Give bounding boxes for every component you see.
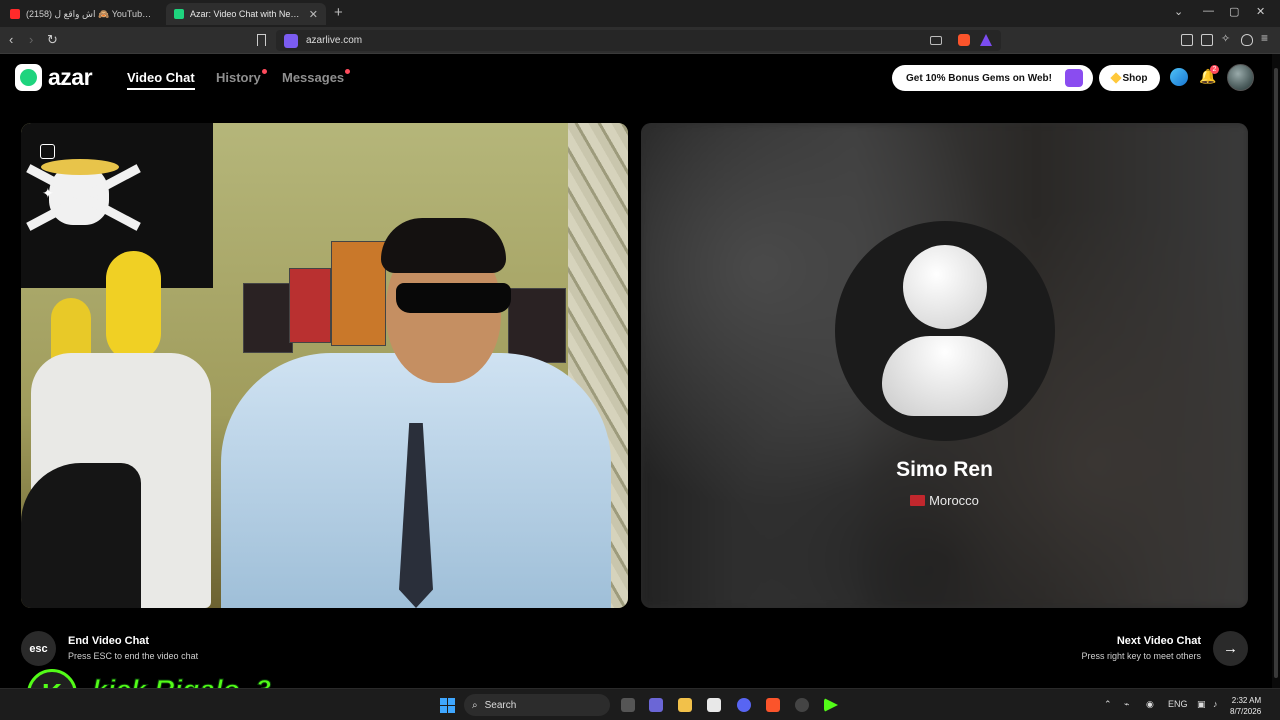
wall-poster — [508, 288, 566, 363]
browser-toolbar: ‹ › ↻ azarlive.com ✧ ≡ — [0, 27, 1280, 54]
search-label: Search — [484, 699, 517, 711]
wifi-icon[interactable]: ▣ — [1197, 699, 1206, 710]
tray-chevron-icon[interactable]: ⌃ — [1104, 699, 1112, 710]
gem-icon — [1109, 72, 1122, 84]
windows-start-icon[interactable] — [440, 698, 455, 713]
nav-messages[interactable]: Messages — [282, 70, 344, 85]
logo-text: azar — [48, 64, 93, 90]
address-bar[interactable]: azarlive.com — [276, 30, 1001, 51]
end-chat-title: End Video Chat — [68, 635, 150, 647]
self-video: ✦ — [21, 123, 628, 608]
next-chat-title: Next Video Chat — [1116, 635, 1201, 647]
default-profile-icon — [835, 221, 1055, 441]
minimize-icon[interactable]: — — [1203, 5, 1214, 17]
file-explorer-icon[interactable] — [678, 698, 692, 712]
page-scrollbar[interactable] — [1272, 54, 1280, 688]
cast-icon[interactable] — [930, 36, 942, 45]
maximize-icon[interactable]: ▢ — [1229, 5, 1239, 18]
chat-bubble-icon[interactable] — [1170, 68, 1188, 86]
tab-title: Azar: Video Chat with New Pe — [190, 9, 303, 19]
kick-app-icon[interactable] — [824, 698, 838, 712]
promo-label: Get 10% Bonus Gems on Web! — [906, 72, 1052, 84]
clock-date: 8/7/2026 — [1230, 707, 1262, 716]
sidebar-icon[interactable] — [1181, 34, 1193, 46]
tab-azar[interactable]: Azar: Video Chat with New Pe ✕ — [166, 3, 326, 25]
task-view-icon[interactable] — [621, 698, 635, 712]
wall-poster — [331, 241, 386, 346]
system-clock[interactable]: 2:32 AM 8/7/2026 — [1230, 695, 1261, 717]
next-chat-hint: Press right key to meet others — [1081, 651, 1201, 661]
site-icon — [284, 33, 298, 48]
volume-icon[interactable]: ♪ — [1213, 699, 1218, 709]
input-language[interactable]: ENG — [1168, 699, 1188, 709]
search-icon: ⌕ — [472, 699, 478, 711]
microphone-tray-icon[interactable]: ◉ — [1146, 699, 1154, 710]
bookmark-icon[interactable] — [257, 34, 266, 46]
taskbar-search[interactable]: ⌕ Search — [464, 694, 610, 716]
nav-video-chat[interactable]: Video Chat — [127, 70, 195, 90]
peer-name: Simo Ren — [896, 458, 993, 481]
shop-button[interactable]: Shop — [1099, 65, 1160, 91]
close-tab-icon[interactable]: ✕ — [309, 8, 318, 21]
gift-icon — [1065, 69, 1083, 87]
notification-count: 2 — [1210, 65, 1219, 74]
history-badge — [262, 69, 267, 74]
teams-icon[interactable] — [649, 698, 663, 712]
leo-ai-icon[interactable]: ✧ — [1221, 32, 1233, 45]
clock-time: 2:32 AM — [1231, 696, 1262, 705]
youtube-icon — [10, 9, 20, 19]
reload-icon[interactable]: ↻ — [47, 32, 58, 48]
end-chat-hint: Press ESC to end the video chat — [68, 651, 199, 661]
wall-poster — [289, 268, 331, 343]
new-tab-icon[interactable]: + — [334, 4, 343, 21]
bonus-gems-button[interactable]: Get 10% Bonus Gems on Web! — [892, 65, 1093, 91]
wallet-icon[interactable] — [1201, 34, 1213, 46]
obs-icon[interactable] — [795, 698, 809, 712]
country-label: Morocco — [929, 493, 979, 508]
sunglasses — [396, 283, 511, 313]
store-icon[interactable] — [707, 698, 721, 712]
brave-icon[interactable] — [766, 698, 780, 712]
browser-tab-strip: (2158) اش واقع ل 🙈 YouTube - llow Azar: … — [0, 0, 1280, 27]
microphone — [21, 463, 141, 608]
windows-taskbar: ⌕ Search ⌃ ⌁ ◉ ENG ▣ ♪ 2:32 AM 8/7/2026 — [0, 688, 1280, 720]
morocco-flag-icon — [910, 495, 926, 506]
messages-badge — [345, 69, 350, 74]
network-icon[interactable]: ⌁ — [1124, 699, 1129, 710]
avatar[interactable] — [1227, 64, 1254, 91]
azar-favicon-icon — [174, 9, 184, 19]
brave-shield-icon[interactable] — [958, 34, 970, 46]
wall-poster — [243, 283, 293, 353]
back-icon[interactable]: ‹ — [9, 32, 13, 47]
expand-icon[interactable] — [40, 144, 55, 159]
peer-video: Simo Ren Morocco — [641, 123, 1248, 608]
discord-icon[interactable] — [737, 698, 751, 712]
shop-label: Shop — [1122, 72, 1148, 84]
minion-toy — [106, 251, 161, 361]
azar-logo-icon — [15, 64, 42, 91]
url-text: azarlive.com — [306, 35, 363, 46]
next-chat-button[interactable]: → — [1213, 631, 1248, 666]
close-window-icon[interactable]: ✕ — [1256, 5, 1265, 18]
end-chat-button[interactable]: esc — [21, 631, 56, 666]
peer-country: Morocco — [641, 493, 1248, 508]
nav-history[interactable]: History — [216, 70, 261, 85]
tab-title: (2158) اش واقع ل 🙈 YouTube - llow — [26, 8, 156, 19]
tab-search-chevron-icon[interactable]: ⌄ — [1174, 5, 1183, 18]
tab-youtube[interactable]: (2158) اش واقع ل 🙈 YouTube - llow — [2, 3, 164, 25]
forward-icon[interactable]: › — [29, 32, 33, 47]
menu-icon[interactable]: ≡ — [1261, 31, 1273, 45]
magic-wand-icon[interactable]: ✦ — [42, 185, 54, 202]
azar-logo[interactable]: azar — [15, 64, 93, 91]
person-hair — [381, 218, 506, 273]
vpn-icon[interactable] — [1241, 34, 1253, 46]
